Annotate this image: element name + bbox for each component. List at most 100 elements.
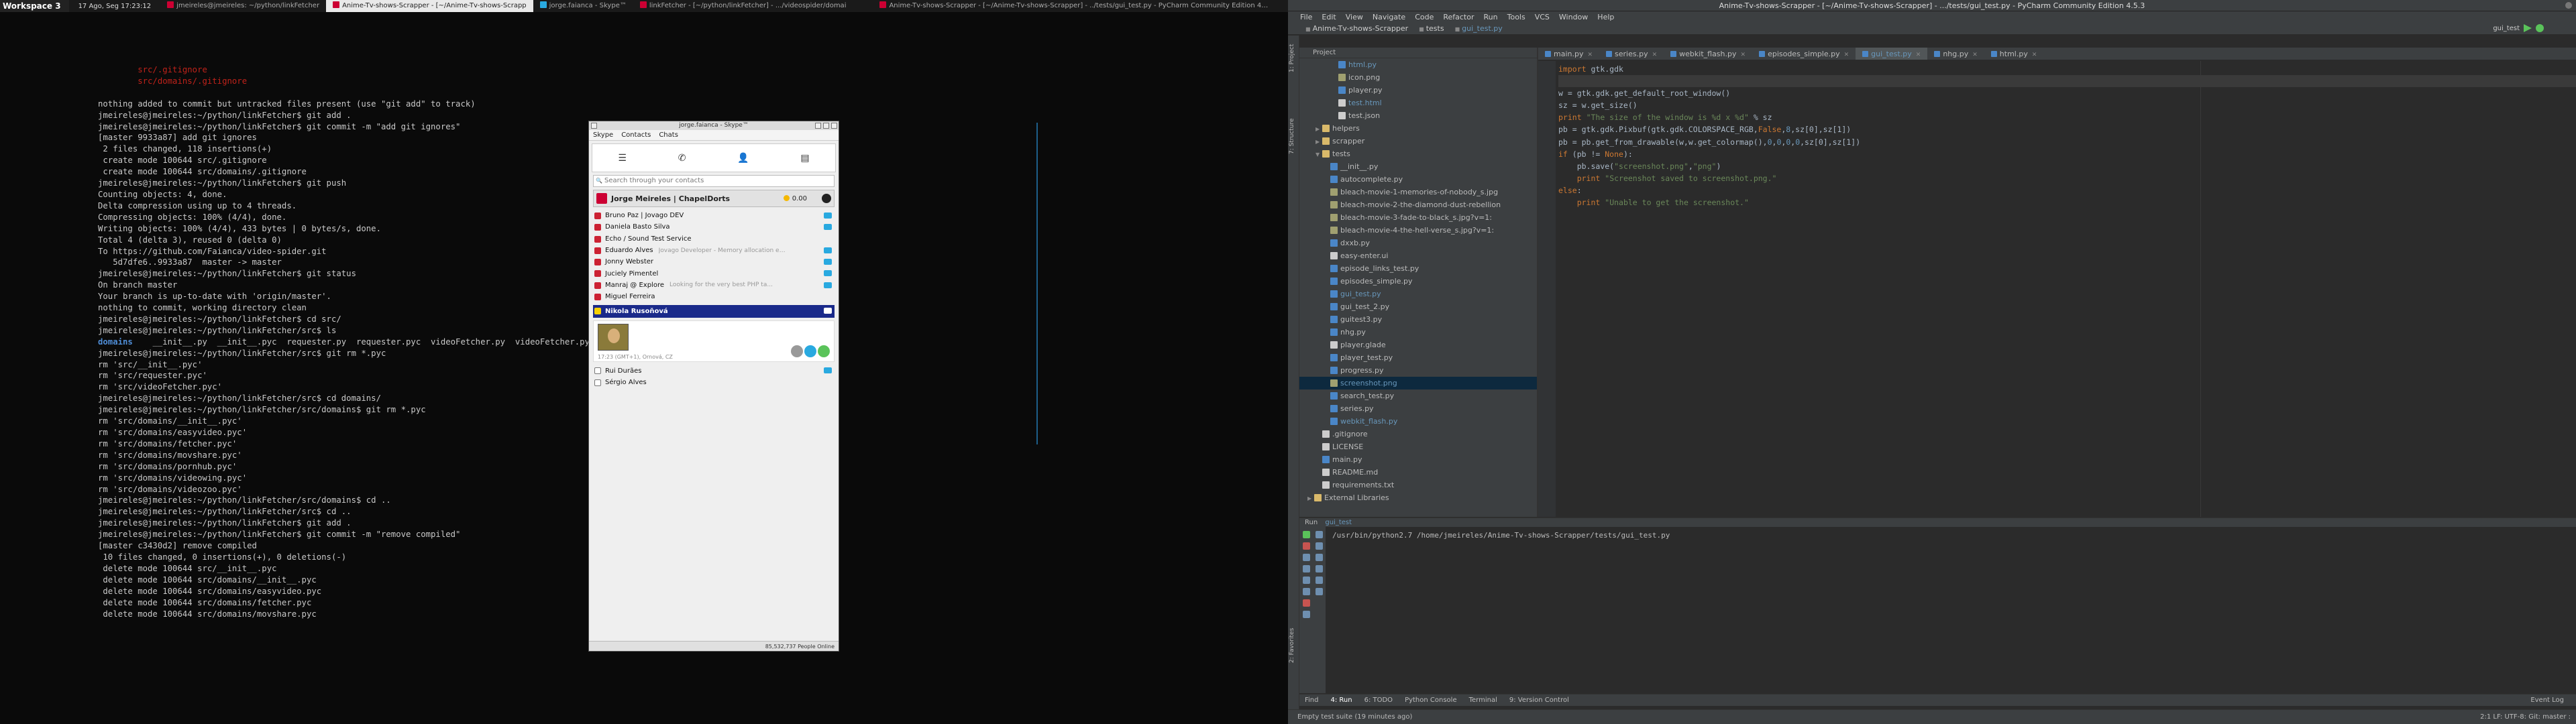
menu-contacts[interactable]: Contacts — [621, 130, 651, 140]
contact-row[interactable]: Eduardo Alves Jovago Developer - Memory a… — [593, 245, 835, 256]
breadcrumb-project[interactable]: Anime-Tv-shows-Scrapper — [1300, 24, 1413, 33]
tree-item[interactable]: ▶ External Libraries — [1299, 491, 1537, 504]
expand-arrow-icon[interactable]: ▼ — [1316, 148, 1322, 161]
breadcrumb-folder[interactable]: tests — [1413, 24, 1449, 33]
expand-arrow-icon[interactable]: ▶ — [1307, 492, 1314, 505]
video-call-icon[interactable] — [804, 345, 816, 358]
print-icon[interactable] — [1316, 577, 1323, 584]
pycharm-window[interactable]: Anime-Tv-shows-Scrapper - [~/Anime-Tv-sh… — [1288, 0, 2576, 724]
pause-icon[interactable] — [1302, 554, 1310, 561]
tree-item[interactable]: html.py — [1299, 58, 1537, 71]
tree-item[interactable]: __init__.py — [1299, 160, 1537, 173]
tree-item[interactable]: easy-enter.ui — [1299, 249, 1537, 262]
menu-vcs[interactable]: VCS — [1535, 13, 1550, 21]
tree-item[interactable]: main.py — [1299, 453, 1537, 466]
tree-item[interactable]: gui_test_2.py — [1299, 300, 1537, 313]
breadcrumb-file[interactable]: gui_test.py — [1450, 24, 1508, 33]
tree-item[interactable]: ▶ scrapper — [1299, 135, 1537, 147]
close-tab-icon[interactable]: ✕ — [1587, 52, 1593, 58]
editor-tab[interactable]: nhg.py ✕ — [1927, 48, 1984, 60]
run-config-select[interactable]: gui_test — [2493, 25, 2520, 32]
tab-version-control[interactable]: 9: Version Control — [1509, 697, 1569, 704]
close-tab-icon[interactable]: ✕ — [1652, 52, 1658, 58]
contact-selected[interactable]: Nikola Rusoňová — [593, 305, 835, 318]
pin-icon[interactable] — [1302, 588, 1310, 595]
taskbar-item[interactable]: Anime-Tv-shows-Scrapper - [~/Anime-Tv-sh… — [873, 0, 1275, 12]
tree-item[interactable]: player_test.py — [1299, 351, 1537, 364]
menu-code[interactable]: Code — [1415, 13, 1434, 21]
event-log-button[interactable]: Event Log — [2530, 697, 2564, 704]
tree-item[interactable]: icon.png — [1299, 71, 1537, 84]
favorites-tool-tab[interactable]: 2: Favorites — [1289, 625, 1298, 666]
tree-item[interactable]: bleach-movie-2-the-diamond-dust-rebellio… — [1299, 198, 1537, 211]
tree-item[interactable]: guitest3.py — [1299, 313, 1537, 326]
add-contact-icon[interactable]: 👤 — [737, 153, 749, 164]
clear-all-icon[interactable] — [1316, 588, 1323, 595]
tree-item[interactable]: gui_test.py — [1299, 288, 1537, 300]
editor-tab[interactable]: html.py ✕ — [1984, 48, 2044, 60]
menu-navigate[interactable]: Navigate — [1373, 13, 1405, 21]
contact-row[interactable]: Daniela Basto Silva — [593, 221, 835, 233]
menu-run[interactable]: Run — [1484, 13, 1498, 21]
tree-item[interactable]: series.py — [1299, 402, 1537, 415]
menu-view[interactable]: View — [1346, 13, 1363, 21]
tree-item[interactable]: bleach-movie-4-the-hell-verse_s.jpg?v=1: — [1299, 224, 1537, 237]
call-phone-icon[interactable]: ✆ — [678, 153, 686, 164]
menu-edit[interactable]: Edit — [1322, 13, 1336, 21]
editor-tab[interactable]: webkit_flash.py ✕ — [1664, 48, 1752, 60]
close-icon[interactable] — [2565, 2, 2572, 9]
contact-row[interactable]: Juciely Pimentel — [593, 267, 835, 279]
workspace-label[interactable]: Workspace 3 — [0, 0, 69, 12]
taskbar-item[interactable]: jorge.faianca - Skype™ — [533, 0, 633, 12]
taskbar-item[interactable]: jmeireles@jmeireles: ~/python/linkFetche… — [160, 0, 326, 12]
menu-skype[interactable]: Skype — [593, 130, 613, 140]
menu-tools[interactable]: Tools — [1507, 13, 1525, 21]
minimize-icon[interactable] — [815, 123, 821, 129]
tab-python-console[interactable]: Python Console — [1405, 697, 1457, 704]
terminal-window[interactable]: src/.gitignore src/domains/.gitignore no… — [0, 12, 1288, 724]
contact-row[interactable]: Sérgio Alves — [593, 377, 835, 388]
run-config-label[interactable]: gui_test — [1325, 519, 1352, 526]
settings-icon[interactable] — [822, 194, 831, 203]
taskbar-item[interactable]: Anime-Tv-shows-Scrapper - [~/Anime-Tv-sh… — [326, 0, 533, 12]
run-icon[interactable] — [2524, 24, 2532, 32]
call-icon[interactable] — [818, 345, 830, 358]
help-icon[interactable] — [1302, 611, 1310, 618]
structure-tool-tab[interactable]: 7: Structure — [1289, 116, 1298, 156]
scroll-to-end-icon[interactable] — [1316, 565, 1323, 572]
chat-bubble-icon[interactable] — [824, 247, 832, 253]
menu-chats[interactable]: Chats — [659, 130, 678, 140]
menu-help[interactable]: Help — [1597, 13, 1614, 21]
tree-item[interactable]: nhg.py — [1299, 326, 1537, 339]
contact-row[interactable]: Miguel Ferreira — [593, 291, 835, 302]
expand-arrow-icon[interactable]: ▶ — [1316, 135, 1322, 148]
contact-row[interactable]: Manraj @ Explore Looking for the very bes… — [593, 280, 835, 291]
chat-bubble-icon[interactable] — [824, 308, 832, 314]
tree-item[interactable]: README.md — [1299, 466, 1537, 479]
menu-refactor[interactable]: Refactor — [1443, 13, 1474, 21]
skype-credit[interactable]: 0.00 — [784, 195, 807, 202]
menu-window[interactable]: Window — [1559, 13, 1588, 21]
stop-icon[interactable] — [1302, 542, 1310, 550]
tree-item[interactable]: LICENSE — [1299, 440, 1537, 453]
tree-item[interactable]: requirements.txt — [1299, 479, 1537, 491]
tab-find[interactable]: Find — [1305, 697, 1319, 704]
maximize-icon[interactable] — [823, 123, 829, 129]
tab-todo[interactable]: 6: TODO — [1364, 697, 1393, 704]
rerun-icon[interactable] — [1302, 531, 1310, 538]
up-arrow-icon[interactable] — [1316, 531, 1323, 538]
status-info[interactable]: 2:1 LF: UTF-8: Git: master : — [2480, 710, 2571, 724]
chat-bubble-icon[interactable] — [824, 282, 832, 288]
tree-item[interactable]: screenshot.png — [1299, 377, 1537, 389]
chat-bubble-icon[interactable] — [824, 213, 832, 219]
down-arrow-icon[interactable] — [1316, 542, 1323, 550]
pycharm-titlebar[interactable]: Anime-Tv-shows-Scrapper - [~/Anime-Tv-sh… — [1288, 0, 2576, 11]
taskbar-item[interactable]: linkFetcher - [~/python/linkFetcher] - .… — [633, 0, 853, 12]
chat-bubble-icon[interactable] — [824, 224, 832, 231]
close-tab-icon[interactable]: ✕ — [1972, 52, 1978, 58]
editor-tab[interactable]: series.py ✕ — [1599, 48, 1664, 60]
terminal-output[interactable]: src/.gitignore src/domains/.gitignore no… — [98, 64, 594, 619]
chat-bubble-icon[interactable] — [824, 270, 832, 277]
contact-row[interactable]: Rui Durães — [593, 365, 835, 376]
tree-item[interactable]: test.json — [1299, 109, 1537, 122]
